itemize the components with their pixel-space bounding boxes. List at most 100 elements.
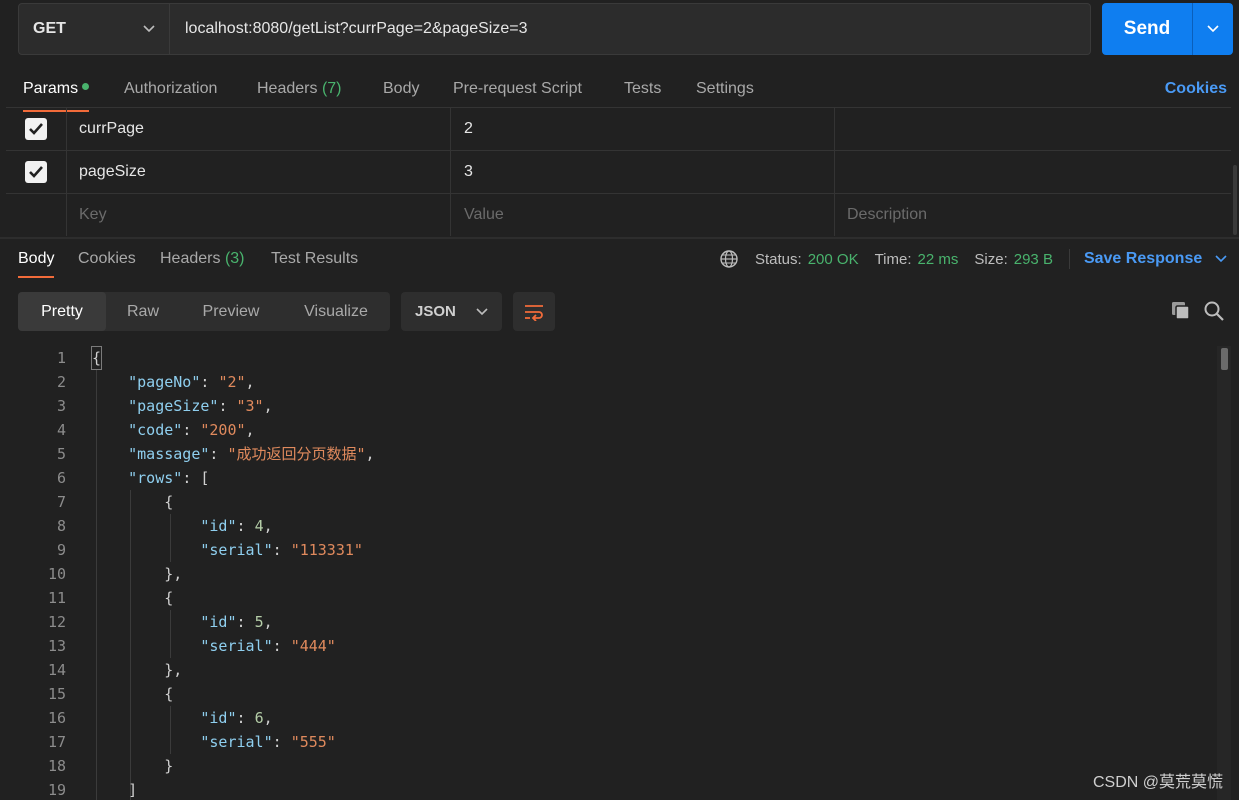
time-value: 22 ms (917, 250, 959, 268)
param-key[interactable]: pageSize (67, 151, 451, 193)
chevron-down-icon (476, 307, 488, 315)
response-tabs: Body Cookies Headers (3) Test Results St… (0, 242, 1239, 278)
resp-tab-headers[interactable]: Headers (3) (160, 242, 245, 276)
tab-headers-label: Headers (257, 80, 318, 97)
line-number: 4 (56, 421, 66, 439)
editor-scrollbar[interactable] (1217, 346, 1231, 800)
param-key-placeholder[interactable]: Key (67, 194, 451, 236)
size-value: 293 B (1013, 250, 1053, 268)
code-line: 6 "rows": [ (0, 466, 1220, 490)
code-line: 3 "pageSize": "3", (0, 394, 1220, 418)
param-checkbox[interactable] (25, 161, 47, 183)
request-tabs: Params Authorization Headers (7) Body Pr… (0, 72, 1239, 112)
line-number: 3 (56, 397, 66, 415)
format-label: JSON (415, 303, 456, 320)
line-number: 1 (56, 349, 66, 367)
json-string: "3" (236, 397, 264, 415)
json-key: "serial" (200, 733, 273, 751)
tab-prerequest-script[interactable]: Pre-request Script (453, 72, 582, 106)
param-value[interactable]: 3 (451, 151, 835, 193)
code-line: 2 "pageNo": "2", (0, 370, 1220, 394)
tab-body[interactable]: Body (383, 72, 419, 106)
param-description[interactable] (835, 108, 1231, 150)
code-line: 14 }, (0, 658, 1220, 682)
param-checkbox-cell (6, 108, 67, 150)
json-string: "200" (200, 421, 246, 439)
json-number: 6 (254, 709, 264, 727)
code-line: 15 { (0, 682, 1220, 706)
param-row-new: Key Value Description (6, 194, 1231, 236)
copy-icon[interactable] (1170, 300, 1192, 327)
resp-tab-cookies[interactable]: Cookies (78, 242, 136, 276)
line-number: 16 (47, 709, 66, 727)
line-number: 9 (56, 541, 66, 559)
tab-params-label: Params (23, 80, 79, 97)
check-icon (29, 166, 43, 178)
chevron-down-icon (143, 20, 155, 38)
line-number: 13 (47, 637, 66, 655)
params-table: currPage 2 pageSize 3 Key Value Descript… (6, 107, 1231, 236)
line-number: 11 (47, 589, 66, 607)
line-number: 2 (56, 373, 66, 391)
line-number: 17 (47, 733, 66, 751)
tab-authorization[interactable]: Authorization (124, 72, 217, 106)
resp-tab-headers-label: Headers (160, 250, 221, 267)
param-value-placeholder[interactable]: Value (451, 194, 835, 236)
json-key: "rows" (128, 469, 183, 487)
globe-icon[interactable] (719, 249, 739, 269)
code-line: 18 } (0, 754, 1220, 778)
save-response-button[interactable]: Save Response (1084, 250, 1227, 268)
format-select[interactable]: JSON (401, 292, 502, 331)
response-status-bar: Status: 200 OK Time: 22 ms Size: 293 B S… (719, 242, 1227, 276)
view-visualize[interactable]: Visualize (282, 292, 390, 331)
send-label: Send (1123, 18, 1171, 39)
method-select[interactable]: GET (18, 3, 170, 55)
params-scrollbar[interactable] (1233, 165, 1237, 235)
json-key: "id" (200, 517, 237, 535)
view-pretty[interactable]: Pretty (18, 292, 106, 331)
tab-params[interactable]: Params (23, 72, 90, 112)
tab-tests[interactable]: Tests (624, 72, 661, 106)
send-options-chevron-icon[interactable] (1193, 25, 1233, 33)
param-checkbox[interactable] (25, 118, 47, 140)
param-description[interactable] (835, 151, 1231, 193)
send-button[interactable]: Send (1102, 3, 1233, 55)
resp-tab-body[interactable]: Body (18, 242, 55, 278)
wrap-lines-button[interactable] (513, 292, 555, 331)
resp-headers-count: (3) (224, 250, 245, 267)
view-preview[interactable]: Preview (180, 292, 282, 331)
response-body-editor[interactable]: 1{ 2 "pageNo": "2", 3 "pageSize": "3", 4… (0, 346, 1220, 800)
tab-headers[interactable]: Headers (7) (257, 72, 342, 106)
json-key: "id" (200, 613, 237, 631)
pane-divider[interactable] (0, 237, 1239, 239)
tab-settings[interactable]: Settings (696, 72, 754, 106)
param-description-placeholder[interactable]: Description (835, 194, 1231, 236)
param-key[interactable]: currPage (67, 108, 451, 150)
resp-tab-test-results[interactable]: Test Results (271, 242, 358, 276)
size-label: Size: (974, 250, 1008, 268)
line-number: 5 (56, 445, 66, 463)
save-response-label: Save Response (1083, 250, 1203, 267)
line-number: 14 (47, 661, 66, 679)
code-line: 9 "serial": "113331" (0, 538, 1220, 562)
code-line: 5 "massage": "成功返回分页数据", (0, 442, 1220, 466)
url-text: localhost:8080/getList?currPage=2&pageSi… (185, 20, 528, 37)
json-key: "code" (128, 421, 183, 439)
cookies-link[interactable]: Cookies (1165, 72, 1227, 106)
headers-count: (7) (321, 80, 342, 97)
check-icon (29, 123, 43, 135)
watermark: CSDN @莫荒莫慌 (1092, 774, 1223, 791)
param-value[interactable]: 2 (451, 108, 835, 150)
url-input[interactable]: localhost:8080/getList?currPage=2&pageSi… (170, 3, 1091, 55)
json-key: "id" (200, 709, 237, 727)
json-key: "massage" (128, 445, 210, 463)
json-key: "pageSize" (128, 397, 219, 415)
status-divider (1068, 249, 1070, 269)
line-number: 19 (47, 781, 66, 799)
editor-scrollbar-thumb[interactable] (1221, 348, 1228, 370)
view-raw[interactable]: Raw (106, 292, 180, 331)
code-line: 19 ] (0, 778, 1220, 800)
param-row: currPage 2 (6, 108, 1231, 151)
code-line: 11 { (0, 586, 1220, 610)
search-icon[interactable] (1203, 300, 1225, 327)
